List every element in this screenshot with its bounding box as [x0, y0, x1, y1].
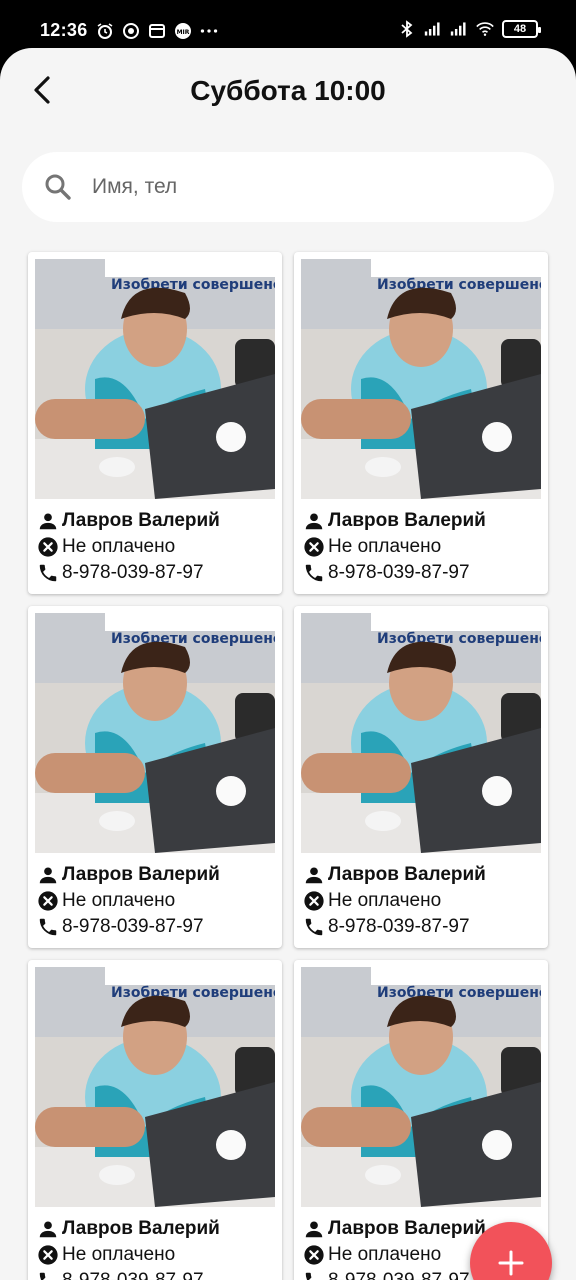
student-info: Лавров Валерий Не оплачено 8-978-039-87-… [302, 508, 542, 586]
phone-row: 8-978-039-87-97 [302, 560, 542, 586]
phone-row: 8-978-039-87-97 [36, 1268, 276, 1280]
status-notification-icons: MIR [96, 22, 218, 40]
student-name-row: Лавров Валерий [36, 1216, 276, 1242]
person-icon [302, 509, 326, 533]
payment-status: Не оплачено [62, 1244, 176, 1265]
cancel-circle-icon [302, 535, 326, 559]
student-card[interactable]: Изобрети совершенство Лавров Валерий [28, 252, 282, 594]
student-photo: Изобрети совершенство [301, 259, 541, 499]
student-photo: Изобрети совершенство [35, 967, 275, 1207]
phone-number: 8-978-039-87-97 [62, 916, 204, 937]
student-name: Лавров Валерий [62, 510, 220, 531]
photo-banner-text: Изобрети совершенство [111, 277, 275, 293]
app-header: Суббота 10:00 [0, 48, 576, 134]
phone-number: 8-978-039-87-97 [328, 1270, 470, 1280]
phone-number: 8-978-039-87-97 [62, 1270, 204, 1280]
payment-status-row: Не оплачено [302, 534, 542, 560]
student-info: Лавров Валерий Не оплачено 8-978-039-87-… [36, 508, 276, 586]
phone-row: 8-978-039-87-97 [302, 914, 542, 940]
student-grid: Изобрети совершенство Лавров Валерий [28, 252, 550, 1280]
photo-banner-text: Изобрети совершенство [377, 631, 541, 647]
phone-number: 8-978-039-87-97 [328, 916, 470, 937]
person-icon [302, 863, 326, 887]
search-icon [42, 171, 74, 203]
payment-status: Не оплачено [328, 536, 442, 557]
phone-icon [302, 1269, 326, 1280]
person-icon [36, 1217, 60, 1241]
student-photo: Изобрети совершенство [301, 967, 541, 1207]
phone-icon [36, 561, 60, 585]
svg-text:MIR: MIR [177, 29, 190, 36]
cancel-circle-icon [36, 535, 60, 559]
page-title: Суббота 10:00 [190, 75, 386, 106]
student-name-row: Лавров Валерий [302, 508, 542, 534]
student-card[interactable]: Изобрети совершенство Лавров Валерий [28, 960, 282, 1280]
payment-status: Не оплачено [62, 536, 176, 557]
student-card[interactable]: Изобрети совершенство Лавров Валерий [294, 606, 548, 948]
payment-status-row: Не оплачено [36, 1242, 276, 1268]
cancel-circle-icon [36, 1243, 60, 1267]
student-card[interactable]: Изобрети совершенство Лавров Валерий [294, 252, 548, 594]
student-photo: Изобрети совершенство [301, 613, 541, 853]
bluetooth-icon [398, 20, 416, 38]
student-name-row: Лавров Валерий [36, 862, 276, 888]
cancel-circle-icon [36, 889, 60, 913]
phone-row: 8-978-039-87-97 [36, 914, 276, 940]
student-name-row: Лавров Валерий [36, 508, 276, 534]
signal-icon [424, 20, 442, 38]
student-name: Лавров Валерий [328, 864, 486, 885]
student-photo: Изобрети совершенство [35, 259, 275, 499]
battery-icon: 48 [502, 20, 541, 38]
student-name: Лавров Валерий [62, 864, 220, 885]
phone-number: 8-978-039-87-97 [62, 562, 204, 583]
student-name: Лавров Валерий [62, 1218, 220, 1239]
more-icon [200, 22, 218, 40]
student-name: Лавров Валерий [328, 1218, 486, 1239]
search-input[interactable] [92, 175, 512, 199]
signal-roaming-icon [450, 20, 468, 38]
student-card[interactable]: Изобрети совершенство Лавров Валерий [28, 606, 282, 948]
student-info: Лавров Валерий Не оплачено 8-978-039-87-… [302, 862, 542, 940]
phone-icon [36, 915, 60, 939]
student-name: Лавров Валерий [328, 510, 486, 531]
plus-icon [498, 1250, 524, 1276]
sync-icon [122, 22, 140, 40]
payment-status-row: Не оплачено [36, 888, 276, 914]
phone-row: 8-978-039-87-97 [36, 560, 276, 586]
alarm-icon [96, 22, 114, 40]
person-icon [36, 509, 60, 533]
student-name-row: Лавров Валерий [302, 862, 542, 888]
payment-status: Не оплачено [328, 1244, 442, 1265]
phone-number: 8-978-039-87-97 [328, 562, 470, 583]
photo-banner-text: Изобрети совершенство [377, 985, 541, 1001]
photo-banner-text: Изобрети совершенство [377, 277, 541, 293]
photo-banner-text: Изобрети совершенство [111, 985, 275, 1001]
cancel-circle-icon [302, 889, 326, 913]
person-icon [36, 863, 60, 887]
student-photo: Изобрети совершенство [35, 613, 275, 853]
payment-status: Не оплачено [328, 890, 442, 911]
status-system-icons: 48 [398, 20, 541, 38]
student-info: Лавров Валерий Не оплачено 8-978-039-87-… [36, 1216, 276, 1280]
window-icon [148, 22, 166, 40]
phone-icon [302, 915, 326, 939]
status-time: 12:36 [40, 20, 88, 40]
wifi-icon [476, 20, 494, 38]
app-screen: Суббота 10:00 Изобрети совершенство [0, 48, 576, 1280]
payment-status-row: Не оплачено [36, 534, 276, 560]
mir-icon: MIR [174, 22, 192, 40]
photo-banner-text: Изобрети совершенство [111, 631, 275, 647]
search-bar[interactable] [22, 152, 554, 222]
payment-status-row: Не оплачено [302, 888, 542, 914]
cancel-circle-icon [302, 1243, 326, 1267]
phone-icon [302, 561, 326, 585]
student-info: Лавров Валерий Не оплачено 8-978-039-87-… [36, 862, 276, 940]
person-icon [302, 1217, 326, 1241]
payment-status: Не оплачено [62, 890, 176, 911]
phone-icon [36, 1269, 60, 1280]
